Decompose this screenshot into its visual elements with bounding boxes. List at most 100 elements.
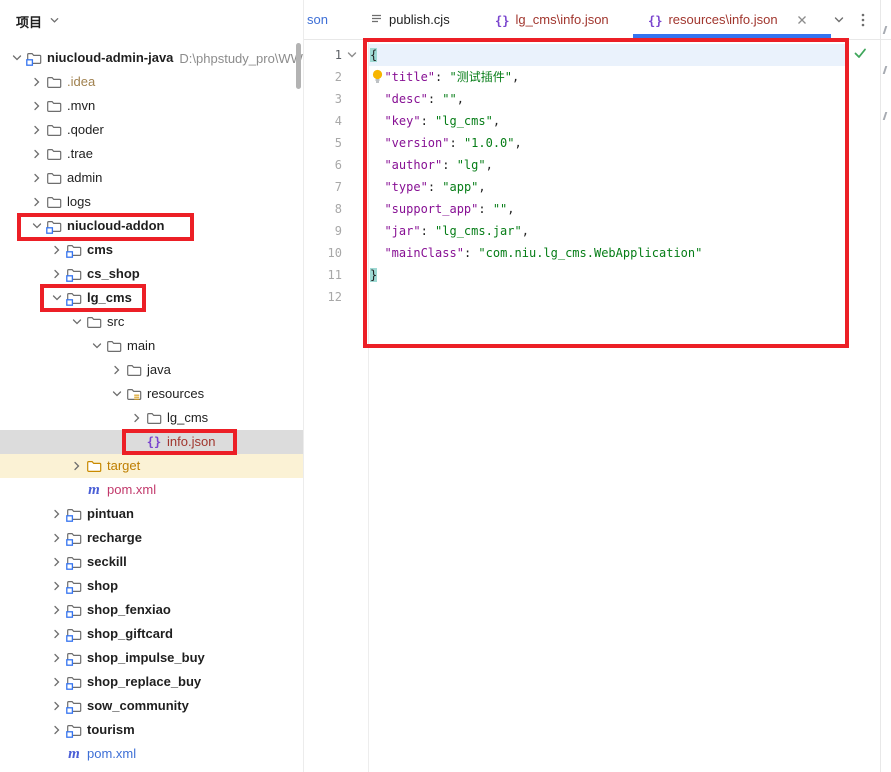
tree-row-target[interactable]: target	[0, 454, 303, 478]
tree-row-recharge[interactable]: recharge	[0, 526, 303, 550]
chevron-right-icon[interactable]	[51, 674, 66, 690]
tree-row-src[interactable]: src	[0, 310, 303, 334]
tree-row-lg_cms[interactable]: lg_cms	[0, 286, 303, 310]
tree-row-resources[interactable]: resources	[0, 382, 303, 406]
tree-row-niucloud-addon[interactable]: niucloud-addon	[0, 214, 303, 238]
inspections-ok-check-icon[interactable]	[853, 46, 867, 60]
chevron-right-icon[interactable]	[51, 530, 66, 546]
json-punctuation	[370, 114, 384, 128]
tree-row-lg_cms[interactable]: lg_cms	[0, 406, 303, 430]
chevron-right-icon[interactable]	[51, 554, 66, 570]
tree-row-shop[interactable]: shop	[0, 574, 303, 598]
line-number: 11	[306, 264, 342, 286]
chevron-down-icon[interactable]	[31, 218, 46, 234]
tree-row-pintuan[interactable]: pintuan	[0, 502, 303, 526]
code-line-1: {	[370, 44, 377, 66]
tree-row-info.json[interactable]: {}info.json	[0, 430, 303, 454]
module-folder-icon	[46, 218, 62, 234]
code-line-4: "key": "lg_cms",	[370, 110, 500, 132]
chevron-down-icon[interactable]	[51, 290, 66, 306]
tree-item-label: lg_cms	[87, 286, 132, 310]
chevron-right-icon[interactable]	[51, 602, 66, 618]
tree-row-.trae[interactable]: .trae	[0, 142, 303, 166]
editor-tab-lg_cms-info.json[interactable]: {}lg_cms\info.json	[483, 0, 627, 40]
module-folder-icon	[26, 50, 42, 66]
module-folder-icon	[66, 626, 82, 642]
tree-item-label: pom.xml	[87, 742, 136, 766]
chevron-right-icon[interactable]	[131, 410, 146, 426]
tree-row-tourism[interactable]: tourism	[0, 718, 303, 742]
chevron-right-icon[interactable]	[71, 458, 86, 474]
chevron-right-icon[interactable]	[31, 122, 46, 138]
chevron-right-icon[interactable]	[51, 266, 66, 282]
line-number: 2	[306, 66, 342, 88]
chevron-right-icon[interactable]	[111, 362, 126, 378]
chevron-down-icon[interactable]	[11, 50, 26, 66]
code-line-6: "author": "lg",	[370, 154, 493, 176]
tree-row-sow_community[interactable]: sow_community	[0, 694, 303, 718]
chevron-right-icon[interactable]	[31, 98, 46, 114]
kebab-menu-icon[interactable]	[856, 12, 872, 28]
tree-row-pom.xml[interactable]: mpom.xml	[0, 478, 303, 502]
chevron-right-icon[interactable]	[51, 650, 66, 666]
excluded-folder-icon	[86, 458, 102, 474]
json-punctuation	[370, 158, 384, 172]
gutter-divider	[368, 40, 369, 772]
chevron-down-icon[interactable]	[91, 338, 106, 354]
json-punctuation: :	[449, 136, 463, 150]
chevron-right-icon[interactable]	[31, 146, 46, 162]
tree-row-cms[interactable]: cms	[0, 238, 303, 262]
tree-item-label: cms	[87, 238, 113, 262]
tree-row-.qoder[interactable]: .qoder	[0, 118, 303, 142]
tab-label: son	[307, 0, 328, 40]
chevron-right-icon[interactable]	[31, 74, 46, 90]
close-icon[interactable]	[796, 14, 808, 26]
tree-row-shop_impulse_buy[interactable]: shop_impulse_buy	[0, 646, 303, 670]
chevron-right-icon[interactable]	[31, 194, 46, 210]
module-folder-icon	[66, 650, 82, 666]
editor-tab-son[interactable]: son	[304, 0, 354, 40]
json-value: "app"	[442, 180, 478, 194]
tree-row-shop_giftcard[interactable]: shop_giftcard	[0, 622, 303, 646]
json-punctuation: :	[428, 92, 442, 106]
code-editor[interactable]: 123456789101112 { "title": "测试插件", "desc…	[304, 40, 880, 772]
chevron-right-icon[interactable]	[51, 506, 66, 522]
tree-row-admin[interactable]: admin	[0, 166, 303, 190]
tree-row-cs_shop[interactable]: cs_shop	[0, 262, 303, 286]
chevron-right-icon[interactable]	[31, 170, 46, 186]
fold-chevron-down-icon[interactable]	[346, 49, 358, 61]
intention-bulb-icon[interactable]	[371, 69, 385, 84]
tree-item-label: resources	[147, 382, 204, 406]
module-folder-icon	[66, 674, 82, 690]
project-tree-scrollbar[interactable]	[296, 43, 301, 89]
chevron-right-icon[interactable]	[51, 626, 66, 642]
tree-row-shop_replace_buy[interactable]: shop_replace_buy	[0, 670, 303, 694]
module-folder-icon	[66, 554, 82, 570]
tree-item-label: shop_replace_buy	[87, 670, 201, 694]
tree-item-label: .mvn	[67, 94, 95, 118]
code-line-10: "mainClass": "com.niu.lg_cms.WebApplicat…	[370, 242, 702, 264]
project-tool-window: 项目 niucloud-admin-javaD:\phpstudy_pro\WW…	[0, 0, 303, 772]
chevron-down-icon[interactable]	[832, 13, 848, 29]
tree-row-pom.xml[interactable]: mpom.xml	[0, 742, 303, 766]
chevron-right-icon[interactable]	[51, 722, 66, 738]
tree-row-.idea[interactable]: .idea	[0, 70, 303, 94]
editor-tab-bar: son publish.cjs{}lg_cms\info.json{}resour…	[304, 0, 891, 40]
chevron-right-icon[interactable]	[51, 698, 66, 714]
editor-tab-publish.cjs[interactable]: publish.cjs	[358, 0, 476, 40]
module-folder-icon	[66, 242, 82, 258]
tree-row-seckill[interactable]: seckill	[0, 550, 303, 574]
tree-item-label: target	[107, 454, 140, 478]
tree-row-.mvn[interactable]: .mvn	[0, 94, 303, 118]
editor-tab-resources-info.json[interactable]: {}resources\info.json	[633, 0, 831, 40]
tree-row-main[interactable]: main	[0, 334, 303, 358]
tree-row-java[interactable]: java	[0, 358, 303, 382]
chevron-down-icon[interactable]	[71, 314, 86, 330]
tree-row-shop_fenxiao[interactable]: shop_fenxiao	[0, 598, 303, 622]
chevron-right-icon[interactable]	[51, 578, 66, 594]
chevron-right-icon[interactable]	[51, 242, 66, 258]
tree-row-logs[interactable]: logs	[0, 190, 303, 214]
chevron-down-icon[interactable]	[111, 386, 126, 402]
json-punctuation: {	[370, 48, 377, 62]
tree-row-niucloud-admin-java[interactable]: niucloud-admin-javaD:\phpstudy_pro\WW	[0, 46, 303, 70]
